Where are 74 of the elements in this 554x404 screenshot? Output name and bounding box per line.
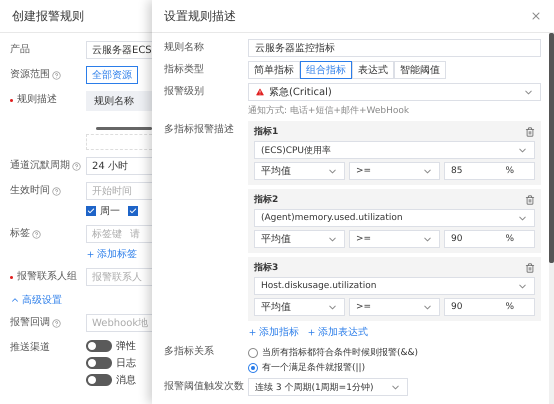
field-label: 产品 — [10, 44, 30, 56]
checkbox[interactable] — [86, 206, 96, 216]
radio-button[interactable] — [248, 348, 258, 358]
field-label: 推送渠道 — [10, 342, 50, 354]
trash-icon[interactable] — [525, 262, 535, 272]
notify-note: 通知方式: 电话+短信+邮件+WebHook — [248, 104, 410, 117]
field-label: 报警阈值触发次数 — [164, 380, 245, 394]
threshold-input[interactable]: 85 % — [444, 162, 535, 180]
toggle-switch[interactable] — [86, 340, 112, 352]
toggle-switch[interactable] — [86, 374, 112, 386]
segment-button[interactable]: 智能阈值 — [394, 61, 446, 79]
plus-icon — [86, 250, 95, 258]
toggle-label: 弹性 — [116, 340, 136, 353]
operator-select[interactable]: >= — [349, 162, 440, 180]
checkbox-label: 周一 — [100, 205, 120, 218]
threshold-input[interactable]: 90 % — [444, 298, 535, 316]
metric-select[interactable]: (ECS)CPU使用率 — [254, 141, 535, 159]
trash-icon[interactable] — [525, 194, 535, 204]
field-label: 多指标报警描述 — [164, 122, 235, 137]
metric-title: 指标3 — [254, 262, 278, 274]
metric-title: 指标1 — [254, 126, 278, 138]
field-label: 报警回调 — [10, 317, 50, 329]
field-label: 规则描述 — [17, 94, 57, 106]
field-label: 生效时间 — [10, 185, 50, 197]
radio-label: 有一个满足条件就报警(||) — [262, 362, 366, 374]
field-label: 报警级别 — [164, 84, 205, 99]
radio-button[interactable] — [248, 362, 258, 372]
segment-button[interactable]: 全部资源 — [86, 66, 138, 84]
field-label: 资源范围 — [10, 69, 50, 81]
segment-button[interactable]: 简单指标 — [248, 61, 300, 79]
statistic-select[interactable]: 平均值 — [254, 230, 345, 248]
help-icon[interactable] — [32, 230, 41, 238]
threshold-input[interactable]: 90 % — [444, 230, 535, 248]
table-header: 规则名称 — [86, 91, 152, 111]
trash-icon[interactable] — [525, 126, 535, 136]
scrollbar[interactable] — [96, 127, 152, 130]
drawer-title: 设置规则描述 — [164, 8, 236, 24]
toggle-label: 消息 — [116, 374, 136, 387]
add-tag-link[interactable]: 添加标签 — [86, 247, 152, 261]
alarm-level-select[interactable]: 紧急(Critical) — [248, 83, 541, 101]
panel-title: 创建报警规则 — [12, 8, 84, 24]
statistic-select[interactable]: 平均值 — [254, 298, 345, 316]
operator-select[interactable]: >= — [349, 298, 440, 316]
statistic-select[interactable]: 平均值 — [254, 162, 345, 180]
operator-select[interactable]: >= — [349, 230, 440, 248]
field-label: 通道沉默周期 — [10, 160, 70, 172]
metric-select[interactable]: Host.diskusage.utilization — [254, 277, 535, 295]
field-label: 报警联系人组 — [17, 271, 77, 283]
field-label: 指标类型 — [164, 62, 205, 77]
field-label: 规则名称 — [164, 41, 205, 55]
rule-name-input[interactable]: 云服务器监控指标 — [248, 39, 541, 57]
add-link[interactable]: 添加指标 — [248, 325, 299, 339]
scrollbar[interactable] — [549, 33, 554, 404]
help-icon[interactable] — [52, 186, 61, 196]
checkbox[interactable] — [128, 206, 138, 216]
help-icon[interactable] — [52, 318, 61, 328]
close-icon[interactable] — [530, 10, 542, 22]
advanced-settings-link[interactable]: 高级设置 — [10, 293, 152, 307]
warning-icon — [255, 87, 265, 97]
metric-select[interactable]: (Agent)memory.used.utilization — [254, 209, 535, 227]
help-icon[interactable] — [72, 162, 81, 170]
toggle-label: 日志 — [116, 356, 136, 370]
radio-label: 当所有指标都符合条件时候则报警(&&) — [262, 346, 418, 359]
segment-button[interactable]: 组合指标 — [300, 61, 352, 79]
field-label: 多指标关系 — [164, 344, 215, 359]
add-link[interactable]: 添加表达式 — [307, 325, 368, 339]
field-label: 标签 — [10, 228, 30, 240]
segment-button[interactable]: 表达式 — [352, 61, 394, 79]
plus-icon — [248, 328, 257, 336]
plus-icon — [307, 328, 316, 336]
help-icon[interactable] — [52, 70, 61, 80]
toggle-switch[interactable] — [86, 357, 112, 369]
trigger-count-select[interactable]: 连续 3 个周期(1周期=1分钟) — [248, 378, 408, 396]
metric-title: 指标2 — [254, 194, 278, 206]
